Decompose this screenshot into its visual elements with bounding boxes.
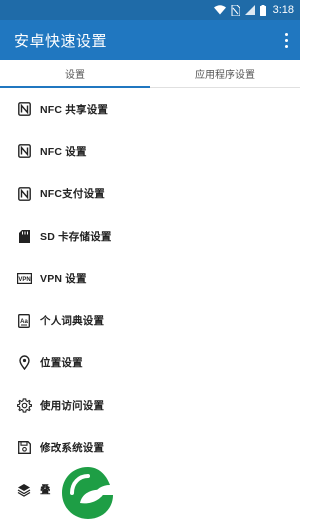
layers-icon bbox=[16, 482, 32, 498]
list-item-label: 修改系统设置 bbox=[40, 442, 105, 455]
list-item-label: NFC 共享设置 bbox=[40, 103, 109, 116]
no-sim-icon bbox=[231, 4, 240, 16]
list-item-label: 个人词典设置 bbox=[40, 315, 105, 328]
battery-icon bbox=[259, 4, 266, 16]
more-vert-icon[interactable] bbox=[280, 30, 292, 50]
gear-icon bbox=[16, 397, 32, 413]
status-bar: 3:18 bbox=[0, 0, 300, 20]
list-item-label: NFC支付设置 bbox=[40, 188, 105, 201]
nfc-icon bbox=[16, 143, 32, 159]
tab-bar: 设置 应用程序设置 bbox=[0, 60, 300, 88]
app-bar: 安卓快速设置 bbox=[0, 20, 300, 60]
vpn-icon: VPN bbox=[16, 270, 32, 286]
svg-text:VPN: VPN bbox=[18, 277, 30, 283]
signal-icon bbox=[244, 5, 255, 15]
list-item-label: 使用访问设置 bbox=[40, 399, 105, 412]
save-icon bbox=[16, 440, 32, 456]
sd-card-icon bbox=[16, 228, 32, 244]
tab-settings[interactable]: 设置 bbox=[0, 60, 150, 88]
tab-settings-label: 设置 bbox=[65, 70, 85, 81]
wifi-icon bbox=[213, 5, 226, 15]
list-item-dictionary[interactable]: Aa 个人词典设置 bbox=[0, 299, 300, 341]
svg-text:Aa: Aa bbox=[20, 319, 28, 325]
list-item-vpn[interactable]: VPN VPN 设置 bbox=[0, 257, 300, 299]
list-item-modify-system[interactable]: 修改系统设置 bbox=[0, 426, 300, 468]
app-title: 安卓快速设置 bbox=[14, 32, 108, 50]
tab-app-settings-label: 应用程序设置 bbox=[195, 70, 255, 81]
list-item-overlay[interactable]: 叠 bbox=[0, 469, 300, 511]
list-item-label: SD 卡存储设置 bbox=[40, 230, 112, 243]
dictionary-icon: Aa bbox=[16, 313, 32, 329]
nfc-icon bbox=[16, 186, 32, 202]
list-item-label: 叠 bbox=[40, 484, 51, 497]
list-item-sd-card[interactable]: SD 卡存储设置 bbox=[0, 215, 300, 257]
nfc-icon bbox=[16, 101, 32, 117]
list-item-usage-access[interactable]: 使用访问设置 bbox=[0, 384, 300, 426]
tab-app-settings[interactable]: 应用程序设置 bbox=[150, 60, 300, 87]
list-item-location[interactable]: 位置设置 bbox=[0, 342, 300, 384]
list-item-nfc-payment[interactable]: NFC支付设置 bbox=[0, 173, 300, 215]
location-icon bbox=[16, 355, 32, 371]
status-time: 3:18 bbox=[272, 4, 294, 16]
list-item-label: VPN 设置 bbox=[40, 272, 87, 285]
list-item-nfc-share[interactable]: NFC 共享设置 bbox=[0, 88, 300, 130]
list-item-label: 位置设置 bbox=[40, 357, 83, 370]
list-item-nfc[interactable]: NFC 设置 bbox=[0, 130, 300, 172]
list-item-label: NFC 设置 bbox=[40, 145, 87, 158]
settings-list: NFC 共享设置 NFC 设置 NFC支付设置 SD 卡存储设置 VPN VPN… bbox=[0, 88, 300, 511]
logo bbox=[59, 464, 117, 522]
